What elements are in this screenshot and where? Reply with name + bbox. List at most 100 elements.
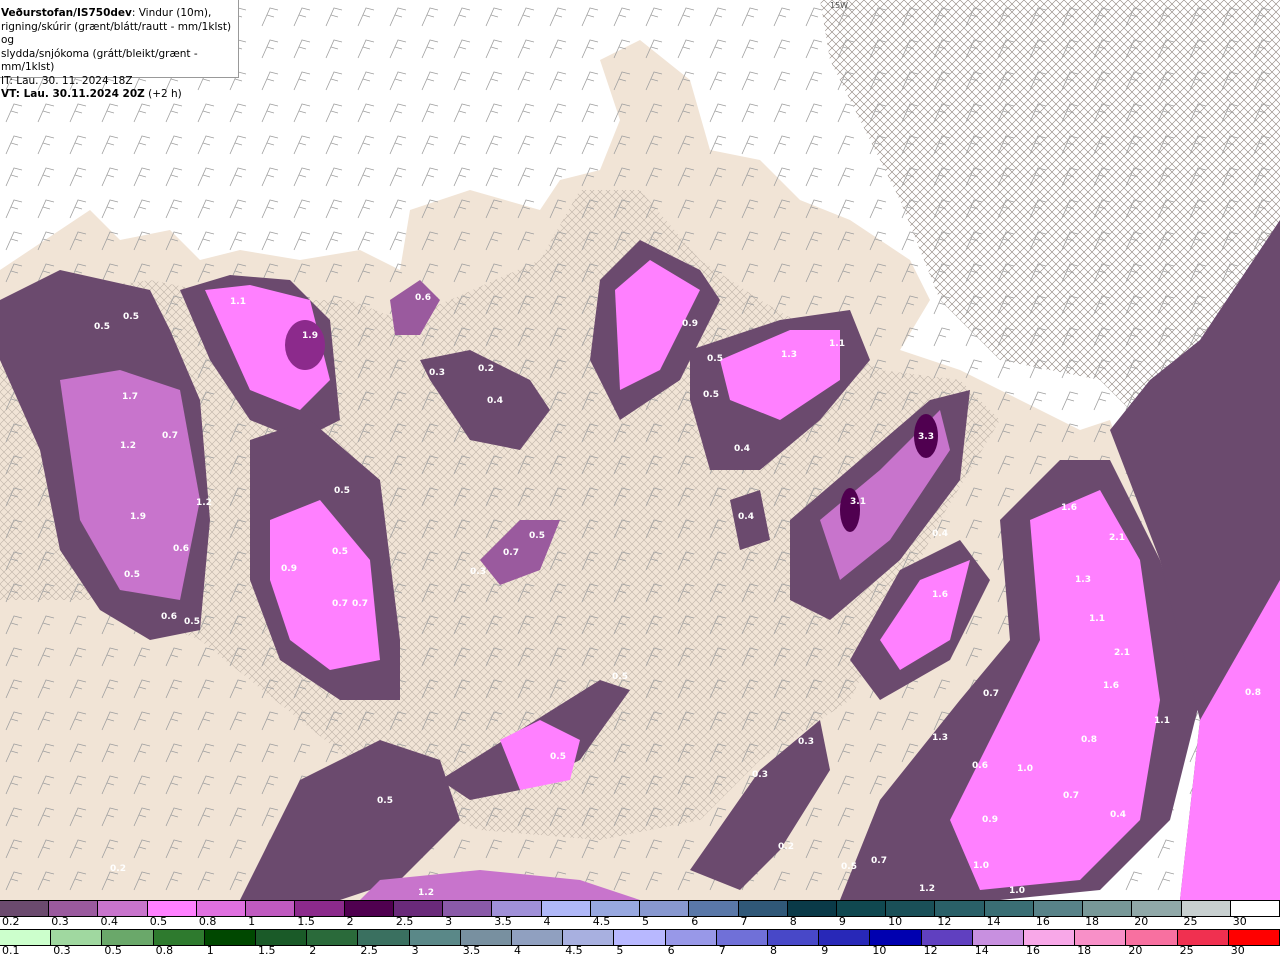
title-line3: slydda/snjókoma (grátt/bleikt/grænt - mm… xyxy=(1,47,198,74)
precip-value-label: 0.4 xyxy=(738,512,754,522)
precip-value-label: 0.9 xyxy=(982,815,998,825)
legend-swatch xyxy=(1033,901,1084,916)
precip-value-label: 1.3 xyxy=(781,350,797,360)
precip-value-label: 0.6 xyxy=(415,293,431,303)
legend-label: 3 xyxy=(445,915,453,928)
legend-swatch xyxy=(358,930,410,945)
precip-value-label: 0.8 xyxy=(1245,688,1261,698)
legend-label: 18 xyxy=(1085,915,1100,928)
legend-swatch xyxy=(563,930,615,945)
legend-label: 12 xyxy=(923,944,938,957)
legend-swatch xyxy=(512,930,564,945)
legend-label: 20 xyxy=(1128,944,1143,957)
legend-swatch xyxy=(614,930,666,945)
precip-value-label: 1.1 xyxy=(1154,716,1170,726)
title-source: Veðurstofan/IS750dev xyxy=(1,7,132,19)
precip-value-label: 1.7 xyxy=(122,392,138,402)
legend-swatch xyxy=(0,901,50,916)
legend-swatch xyxy=(98,901,148,916)
legend-label: 1.5 xyxy=(258,944,276,957)
legend-swatch xyxy=(886,901,936,916)
precip-value-label: 2.1 xyxy=(1109,533,1125,543)
legend-swatch xyxy=(196,901,247,916)
precip-value-label: 0.5 xyxy=(377,796,393,806)
title-line2: rigning/skúrir (grænt/blátt/rautt - mm/1… xyxy=(1,20,232,47)
precip-value-label: 0.5 xyxy=(332,547,348,557)
legend-label: 2 xyxy=(346,915,354,928)
initial-time: IT: Lau. 30. 11. 2024 18Z xyxy=(1,74,133,87)
legend-swatch xyxy=(787,901,837,916)
legend-swatch xyxy=(1126,930,1178,945)
legend-label: 8 xyxy=(770,944,777,957)
legend-swatch xyxy=(246,901,296,916)
precip-value-label: 1.1 xyxy=(1089,614,1105,624)
valid-time: VT: Lau. 30.11.2024 20Z xyxy=(1,88,145,100)
legend-swatch xyxy=(541,901,591,916)
legend-swatch xyxy=(689,901,739,916)
legend-swatch xyxy=(1024,930,1076,945)
legend-swatch xyxy=(307,930,359,945)
legend-label: 0.5 xyxy=(104,944,122,957)
precip-value-label: 1.6 xyxy=(1103,681,1119,691)
precip-value-label: 2.1 xyxy=(1114,648,1130,658)
legend-label: 2.5 xyxy=(360,944,378,957)
precip-value-label: 1.2 xyxy=(919,884,935,894)
legend-label: 5 xyxy=(642,915,649,928)
map-title-box: Veðurstofan/IS750dev: Vindur (10m), rign… xyxy=(0,0,239,100)
precip-value-label: 1.6 xyxy=(932,590,948,600)
legend-swatch xyxy=(640,901,690,916)
precip-value-label: 1.2 xyxy=(196,498,212,508)
precip-value-label: 0.5 xyxy=(123,312,139,322)
precip-value-label: 0.9 xyxy=(281,564,297,574)
precip-value-label: 0.5 xyxy=(334,486,350,496)
legend-label: 18 xyxy=(1077,944,1092,957)
precip-value-label: 0.5 xyxy=(184,617,200,627)
legend-label: 3.5 xyxy=(462,944,481,957)
precip-value-label: 0.4 xyxy=(932,529,948,539)
precip-value-label: 0.3 xyxy=(798,737,814,747)
precip-value-label: 0.7 xyxy=(871,856,887,866)
precip-value-label: 0.2 xyxy=(110,864,126,874)
weather-map: 15W 1.1 0.5 0.5 1.9 0.6 0.3 0.2 0.4 1.7 0.7 1.2 1.9… xyxy=(0,0,1280,900)
precip-value-label: 0.5 xyxy=(529,531,545,541)
legend-label: 14 xyxy=(974,944,989,957)
legend-label: 20 xyxy=(1134,915,1149,928)
precip-value-label: 0.6 xyxy=(161,612,177,622)
legend-swatch xyxy=(51,930,103,945)
precip-value-label: 1.1 xyxy=(230,297,246,307)
legend-swatch xyxy=(870,930,922,945)
legend-label: 25 xyxy=(1183,915,1198,928)
precip-value-label: 1.0 xyxy=(973,861,989,871)
precip-value-label: 0.5 xyxy=(703,390,719,400)
precip-value-label: 1.2 xyxy=(418,888,434,898)
legend-label: 1 xyxy=(248,915,256,928)
legend-label: 4 xyxy=(543,915,551,928)
precip-value-label: 1.9 xyxy=(130,512,146,522)
legend-label: 1.5 xyxy=(297,915,315,928)
precip-value-label: 0.7 xyxy=(983,689,999,699)
precip-value-label: 1.9 xyxy=(302,331,318,341)
legend-label: 0.5 xyxy=(149,915,168,928)
legend-swatch xyxy=(768,930,820,945)
legend-label: 12 xyxy=(937,915,952,928)
legend-label: 0.2 xyxy=(2,915,20,928)
precip-value-label: 0.7 xyxy=(162,431,178,441)
legend-label: 8 xyxy=(789,915,797,928)
legend-swatch xyxy=(153,930,205,945)
legend-swatch xyxy=(49,901,99,916)
precip-value-label: 3.1 xyxy=(850,497,866,507)
legend-label: 6 xyxy=(691,915,699,928)
precip-value-label: 0.7 xyxy=(1063,791,1079,801)
legend-snow: 0.2 0.3 0.4 0.5 0.8 1 1.5 2 2.5 3 3.5 4 4.5 5 6 7 8 9 10 12… xyxy=(0,900,1280,929)
precip-value-label: 1.3 xyxy=(932,733,948,743)
precip-value-label: 1.1 xyxy=(829,339,845,349)
legend-swatch xyxy=(1228,930,1280,945)
precip-value-label: 0.6 xyxy=(173,544,189,554)
legend-label: 1 xyxy=(206,944,214,957)
legend-label: 2.5 xyxy=(395,915,414,928)
legend-swatch xyxy=(1181,901,1231,916)
legend-swatch xyxy=(147,901,197,916)
precip-value-label: 0.5 xyxy=(707,354,723,364)
precip-value-label: 0.5 xyxy=(612,672,628,682)
legend-label: 10 xyxy=(872,944,887,957)
